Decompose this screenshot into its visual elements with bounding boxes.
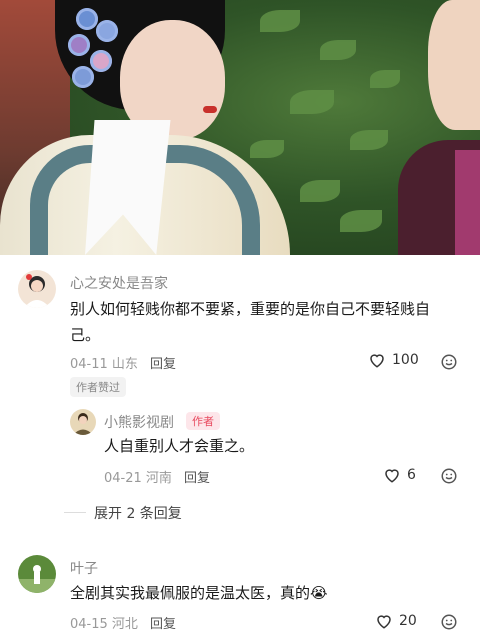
comment-date: 04-15 <box>70 617 108 632</box>
reply-button[interactable]: 回复 <box>150 353 176 372</box>
comment-text-line: 己。 <box>70 326 101 344</box>
comment-text[interactable]: 全剧其实我最佩服的是温太医，真的😭 <box>70 580 328 606</box>
comment-date: 04-11 <box>70 357 108 372</box>
reply-button[interactable]: 回复 <box>184 467 210 486</box>
avatar-image-icon <box>18 565 56 593</box>
like-button[interactable]: 100 <box>368 351 419 369</box>
comment-location: 山东 <box>111 357 138 372</box>
heart-icon <box>370 354 384 368</box>
reply-button[interactable]: 回复 <box>150 613 176 632</box>
comment-meta: 04-11 山东 <box>70 353 138 372</box>
avatar-image-icon <box>73 413 93 435</box>
emoji-react-icon[interactable] <box>440 353 458 371</box>
like-count: 6 <box>407 467 416 483</box>
avatar-image-icon <box>24 274 50 308</box>
comment-text-line: 别人如何轻贱你都不要紧，重要的是你自己不要轻贱自 <box>70 300 431 318</box>
reply-location: 河南 <box>145 471 172 486</box>
avatar[interactable] <box>18 555 56 593</box>
like-count: 20 <box>399 613 417 629</box>
crying-emoji-icon: 😭 <box>310 584 328 602</box>
reply-meta: 04-21 河南 <box>104 467 172 486</box>
comment-meta: 04-15 河北 <box>70 613 138 632</box>
reply-text[interactable]: 人自重别人才会重之。 <box>104 433 254 459</box>
video-frame[interactable] <box>0 0 480 255</box>
author-liked-badge: 作者赞过 <box>70 377 126 397</box>
man-collar <box>455 150 480 255</box>
man-face <box>428 0 480 130</box>
emoji-react-icon[interactable] <box>440 467 458 485</box>
avatar[interactable] <box>18 270 56 308</box>
comment-text-body: 全剧其实我最佩服的是温太医，真的 <box>70 584 311 602</box>
avatar[interactable] <box>70 409 96 435</box>
heart-icon <box>377 615 391 629</box>
expand-divider <box>64 512 86 513</box>
woman-lips <box>203 106 217 113</box>
comment-location: 河北 <box>111 617 138 632</box>
heart-icon <box>385 469 399 483</box>
like-count: 100 <box>392 352 419 368</box>
like-button[interactable]: 6 <box>383 466 416 484</box>
emoji-react-icon[interactable] <box>440 613 458 631</box>
hair-flowers <box>58 0 128 100</box>
reply-username[interactable]: 小熊影视剧 <box>104 412 174 432</box>
comment-text[interactable]: 别人如何轻贱你都不要紧，重要的是你自己不要轻贱自 己。 <box>70 296 465 348</box>
comment-username[interactable]: 叶子 <box>70 558 98 578</box>
comment-username[interactable]: 心之安处是吾家 <box>70 273 168 293</box>
like-button[interactable]: 20 <box>375 612 417 630</box>
reply-date: 04-21 <box>104 471 142 486</box>
author-tag: 作者 <box>186 412 220 430</box>
expand-replies-button[interactable]: 展开 2 条回复 <box>94 503 182 523</box>
